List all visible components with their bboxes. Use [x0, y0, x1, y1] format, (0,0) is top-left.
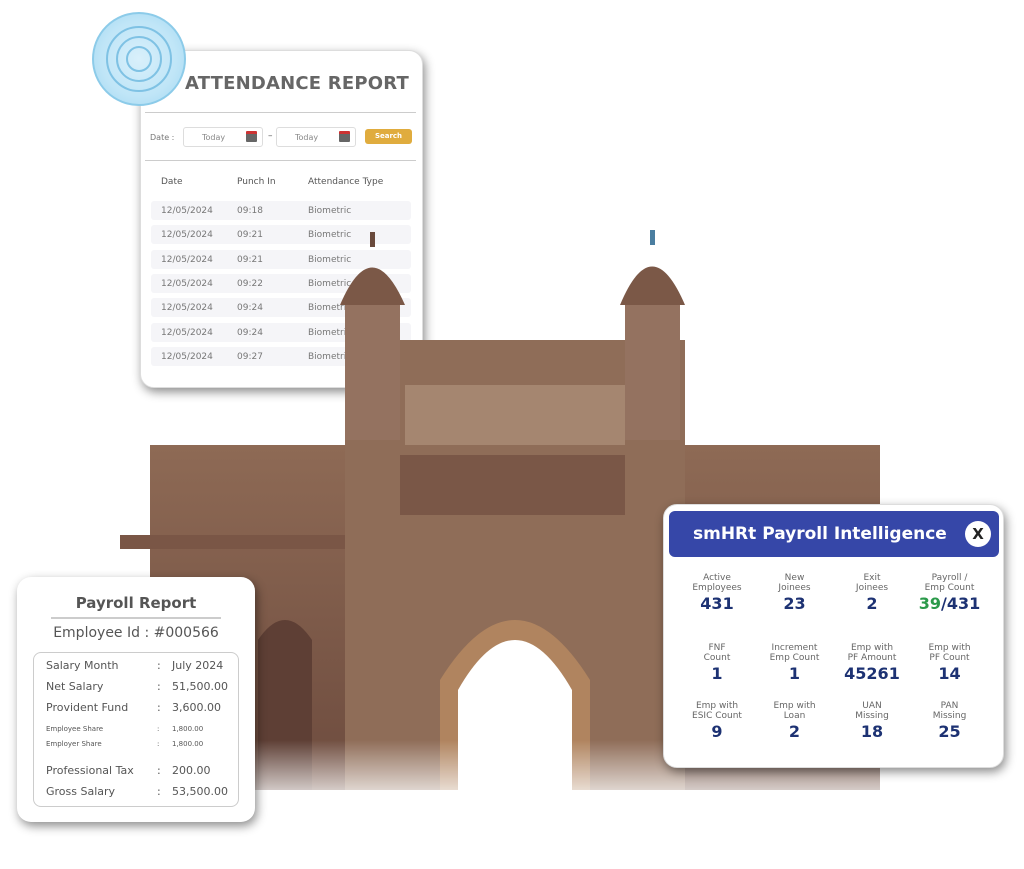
colon: : — [157, 764, 161, 777]
colon: : — [157, 680, 161, 693]
colon: : — [157, 725, 160, 733]
salary-label: Gross Salary — [46, 785, 116, 798]
stat-tile: Emp with PF Amount 45261 — [832, 643, 912, 683]
stat-number: 9 — [711, 722, 723, 741]
salary-label: Salary Month — [46, 659, 119, 672]
salary-value: 1,800.00 — [172, 725, 204, 733]
stat-label: Exit Joinees — [855, 573, 889, 593]
payroll-intelligence-card: smHRt Payroll Intelligence X Active Empl… — [663, 504, 1004, 768]
salary-value: 200.00 — [172, 764, 211, 777]
stat-value: 23 — [755, 594, 835, 613]
payroll-report-card: Payroll Report Employee Id : #000566 Sal… — [17, 577, 255, 822]
stat-number: 2 — [788, 722, 801, 741]
intel-title: smHRt Payroll Intelligence — [693, 524, 947, 544]
salary-value: July 2024 — [172, 659, 224, 672]
stat-number: 1 — [711, 664, 723, 683]
stat-tile: Emp with PF Count 14 — [910, 643, 990, 683]
stat-value: 18 — [832, 722, 912, 741]
salary-row: Employer Share: 1,800.00 — [46, 740, 203, 748]
stat-value: 1 — [755, 664, 835, 683]
stat-tile: FNF Count 1 — [677, 643, 757, 683]
salary-value: 51,500.00 — [172, 680, 228, 693]
stat-number: 2 — [866, 594, 878, 613]
stat-number: 14 — [938, 664, 961, 683]
stat-tile: Payroll / Emp Count 39/431 — [910, 573, 990, 613]
stat-value-total: /431 — [941, 594, 981, 613]
salary-row: Provident Fund:3,600.00 — [46, 701, 221, 714]
stat-number: 431 — [700, 594, 734, 613]
stat-tile: Emp with ESIC Count 9 — [677, 701, 757, 741]
stat-tile: New Joinees 23 — [755, 573, 835, 613]
stat-number: 45261 — [844, 664, 900, 683]
stat-value: 14 — [910, 664, 990, 683]
payroll-title: Payroll Report — [75, 594, 197, 612]
stat-value: 431 — [677, 594, 757, 613]
salary-row: Salary Month: July 2024 — [46, 659, 223, 672]
stat-label: Payroll / Emp Count — [924, 573, 975, 593]
divider — [51, 617, 221, 619]
stat-label: Emp with ESIC Count — [692, 701, 742, 721]
stat-tile: Exit Joinees 2 — [832, 573, 912, 613]
stat-label: Emp with PF Count — [928, 643, 971, 663]
stat-tile: Emp with Loan 2 — [755, 701, 835, 741]
stat-value: 2 — [755, 722, 835, 741]
salary-row: Gross Salary:53,500.00 — [46, 785, 228, 798]
stat-number: 1 — [788, 664, 801, 683]
stat-value: 25 — [910, 722, 990, 741]
salary-label: Provident Fund — [46, 701, 129, 714]
close-button[interactable]: X — [965, 521, 991, 547]
stat-tile: Increment Emp Count 1 — [755, 643, 835, 683]
salary-label: Professional Tax — [46, 764, 134, 777]
stat-value-processed: 39 — [918, 594, 941, 613]
stat-number: 23 — [783, 594, 806, 613]
salary-row: Net Salary:51,500.00 — [46, 680, 228, 693]
stat-label: New Joinees — [778, 573, 811, 593]
stat-tile: Active Employees 431 — [677, 573, 757, 613]
colon: : — [157, 740, 160, 748]
stat-value: 9 — [677, 722, 757, 741]
colon: : — [157, 701, 161, 714]
stat-label: Active Employees — [692, 573, 742, 593]
stat-label: UAN Missing — [855, 701, 889, 721]
stat-label: PAN Missing — [932, 701, 967, 721]
intel-header: smHRt Payroll Intelligence X — [669, 511, 999, 557]
colon: : — [157, 785, 161, 798]
salary-details-box: Salary Month: July 2024 Net Salary:51,500.… — [33, 652, 239, 807]
stat-number: 18 — [860, 722, 884, 741]
stat-tile: UAN Missing 18 — [832, 701, 912, 741]
salary-label: Employee Share — [46, 725, 104, 733]
stat-value: 1 — [677, 664, 757, 683]
salary-value: 1,800.00 — [172, 740, 204, 748]
stat-tile: PAN Missing 25 — [910, 701, 990, 741]
stat-label: FNF Count — [703, 643, 731, 663]
salary-label: Employer Share — [46, 740, 102, 748]
salary-row: Employee Share: 1,800.00 — [46, 725, 203, 733]
salary-value: 3,600.00 — [172, 701, 221, 714]
stat-label: Emp with PF Amount — [847, 643, 897, 663]
stat-value: 2 — [832, 594, 912, 613]
stat-label: Emp with Loan — [773, 701, 816, 721]
stat-label: Increment Emp Count — [769, 643, 820, 663]
salary-label: Net Salary — [46, 680, 104, 693]
stat-value: 45261 — [832, 664, 912, 683]
colon: : — [157, 659, 161, 672]
salary-value: 53,500.00 — [172, 785, 228, 798]
stat-value: 39/431 — [910, 594, 990, 613]
salary-row: Professional Tax:200.00 — [46, 764, 211, 777]
employee-id: Employee Id : #000566 — [53, 625, 219, 641]
stat-number: 25 — [938, 722, 961, 741]
